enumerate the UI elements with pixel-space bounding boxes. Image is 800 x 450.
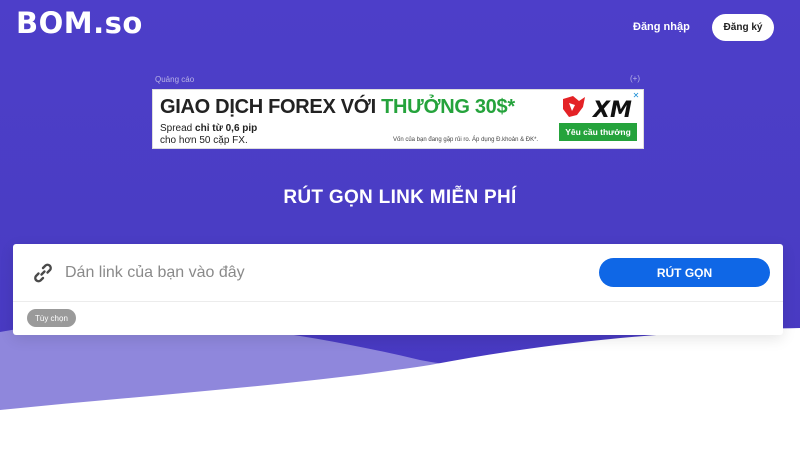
- ad-headline-text: GIAO DỊCH FOREX VỚI: [160, 96, 382, 118]
- login-link[interactable]: Đăng nhập: [633, 21, 690, 33]
- ad-sub-prefix: Spread: [160, 123, 196, 134]
- ad-subline-1: Spread chỉ từ 0,6 pip: [160, 123, 257, 134]
- register-button[interactable]: Đăng ký: [712, 14, 774, 41]
- bull-icon: [563, 96, 585, 117]
- card-divider: [13, 301, 783, 302]
- ad-banner[interactable]: GIAO DỊCH FOREX VỚI THƯỞNG 30$* Spread c…: [152, 89, 644, 149]
- ad-subline-2: cho hơn 50 cặp FX.: [160, 135, 248, 146]
- shorten-button[interactable]: RÚT GỌN: [599, 258, 770, 287]
- ad-sub-bold: chỉ từ 0,6 pip: [195, 123, 258, 134]
- shorten-form-card: RÚT GỌN Tùy chọn: [13, 244, 783, 335]
- ad-headline-bonus: THƯỞNG 30$*: [381, 96, 515, 118]
- hero-section: [0, 0, 800, 450]
- url-input[interactable]: [65, 258, 585, 288]
- close-icon[interactable]: ✕: [631, 91, 641, 101]
- ad-disclaimer: Vốn của bạn đang gặp rủi ro. Áp dụng Đ.k…: [393, 137, 539, 143]
- options-button[interactable]: Tùy chọn: [27, 309, 76, 327]
- link-icon: [34, 263, 52, 283]
- ad-plus[interactable]: (+): [630, 74, 640, 83]
- ad-label: Quảng cáo: [155, 75, 195, 84]
- ad-brand-logo: XM: [563, 96, 632, 123]
- ad-headline: GIAO DỊCH FOREX VỚI THƯỞNG 30$*: [160, 96, 515, 119]
- page-title: RÚT GỌN LINK MIỄN PHÍ: [283, 187, 517, 208]
- claim-bonus-button[interactable]: Yêu cầu thưởng: [559, 123, 637, 141]
- site-logo[interactable]: BOM.so: [16, 6, 143, 40]
- ad-brand-text: XM: [591, 98, 632, 123]
